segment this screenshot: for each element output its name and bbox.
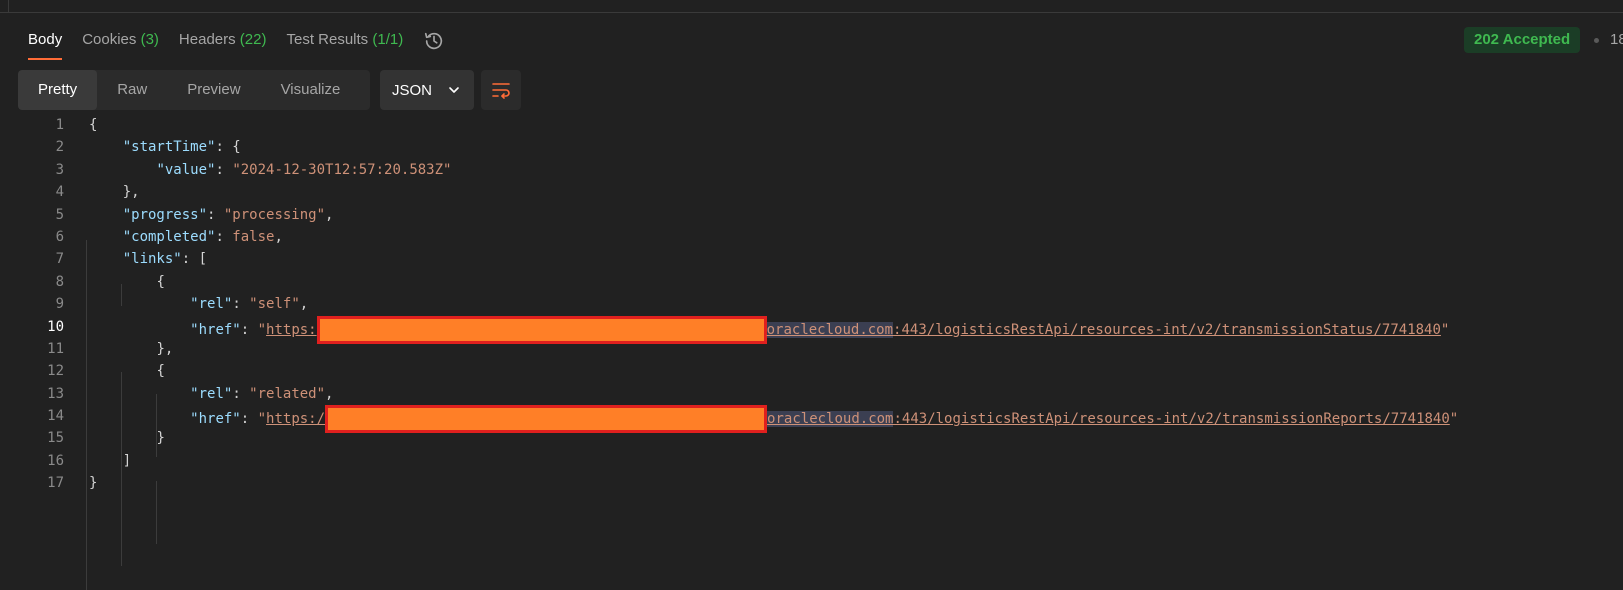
view-pretty-button[interactable]: Pretty [18,70,98,110]
tab-label: Cookies [82,31,137,48]
json-key: "href" [190,321,241,338]
tab-label: Test Results [286,31,369,48]
url-host: oraclecloud.com [767,411,894,428]
line-number: 11 [47,340,64,357]
wrap-lines-icon [492,83,510,99]
line-number: 9 [55,296,64,313]
code-line: 1{ [0,114,1623,136]
code-line: 13 "rel": "related", [0,383,1623,405]
line-number: 12 [47,363,64,380]
line-number: 13 [47,385,64,402]
response-tabs: Body Cookies (3) Headers (22) Test Resul… [28,28,445,62]
history-icon[interactable] [423,30,445,52]
format-value: JSON [392,81,433,99]
json-string: "2024-12-30T12:57:20.583Z" [232,161,452,178]
json-key: "rel" [190,296,233,313]
view-visualize-button[interactable]: Visualize [261,70,361,110]
code-line: 12 { [0,360,1623,382]
json-string: "processing" [223,206,326,223]
panel-divider [8,0,9,12]
code-line: 16 ] [0,450,1623,472]
line-number: 16 [47,452,64,469]
format-select[interactable]: JSON [380,70,474,110]
tab-count: (22) [239,31,267,48]
tab-label: Body [28,31,63,48]
view-mode-group: Pretty Raw Preview Visualize [18,70,370,110]
json-key: "startTime" [122,139,216,156]
json-key: "href" [190,411,241,428]
tab-count: (1/1) [372,31,404,48]
response-body-code[interactable]: 1{ 2 "startTime": { 3 "value": "2024-12-… [0,114,1623,590]
line-number: 3 [55,161,64,178]
url-link[interactable]: https:/ oraclecloud.com:443/logisticsRest… [266,405,1450,434]
code-line: 6 "completed": false, [0,226,1623,248]
json-string-quote: " [257,321,267,338]
tab-label: Headers [178,31,236,48]
view-raw-button[interactable]: Raw [97,70,167,110]
code-line: 8 { [0,271,1623,293]
line-number: 5 [55,206,64,223]
tab-test-results[interactable]: Test Results (1/1) [286,28,403,59]
tab-headers[interactable]: Headers (22) [179,28,267,59]
json-string: "related" [249,385,326,402]
code-line: 3 "value": "2024-12-30T12:57:20.583Z" [0,159,1623,181]
line-number: 4 [55,184,64,201]
code-line: 2 "startTime": { [0,136,1623,158]
chevron-down-icon [449,87,459,93]
url-path: :443/logisticsRestApi/resources-int/v2/t… [893,321,1441,338]
line-number: 7 [55,251,64,268]
json-key: "value" [156,161,216,178]
json-string-quote: " [1440,321,1450,338]
tab-cookies[interactable]: Cookies (3) [82,28,159,59]
url-scheme: https:/ [266,411,326,428]
status-badge[interactable]: 202 Accepted [1464,27,1581,53]
code-line: 4 }, [0,181,1623,203]
wrap-lines-button[interactable] [481,70,521,110]
json-key: "links" [122,251,182,268]
url-scheme: https: [266,321,317,338]
tab-body[interactable]: Body [28,28,63,60]
json-key: "rel" [190,385,233,402]
json-key: "completed" [122,228,216,245]
line-number: 6 [55,228,64,245]
code-line: 9 "rel": "self", [0,293,1623,315]
separator-dot [1594,38,1599,43]
json-string-quote: " [257,411,267,428]
code-line: 17} [0,472,1623,494]
code-line: 14 "href": "https:/oraclecloud.com:443/l… [0,405,1623,434]
json-string: "self" [249,296,300,313]
line-number: 1 [55,117,64,133]
line-number: 2 [55,139,64,156]
line-number: 8 [55,273,64,290]
code-line: 10 "href": "https: oraclecloud.com:443/lo… [0,315,1623,344]
code-line: 5 "progress": "processing", [0,204,1623,226]
tab-count: (3) [140,31,159,48]
response-time[interactable]: 18 [1610,31,1623,48]
json-key: "progress" [122,206,208,223]
top-panel-border [0,0,1623,13]
json-boolean: false [232,228,275,245]
url-path: :443/logisticsRestApi/resources-int/v2/t… [893,411,1450,428]
line-number: 17 [47,475,64,492]
code-line: 11 }, [0,338,1623,360]
url-host: oraclecloud.com [766,321,894,338]
view-preview-button[interactable]: Preview [167,70,260,110]
code-line: 7 "links": [ [0,248,1623,270]
url-link[interactable]: https: oraclecloud.com:443/logisticsRestA… [266,315,1441,344]
line-number: 15 [47,430,64,447]
code-line: 15 } [0,427,1623,449]
json-string-quote: " [1449,411,1459,428]
line-number: 14 [47,408,64,425]
line-number: 10 [47,318,64,335]
